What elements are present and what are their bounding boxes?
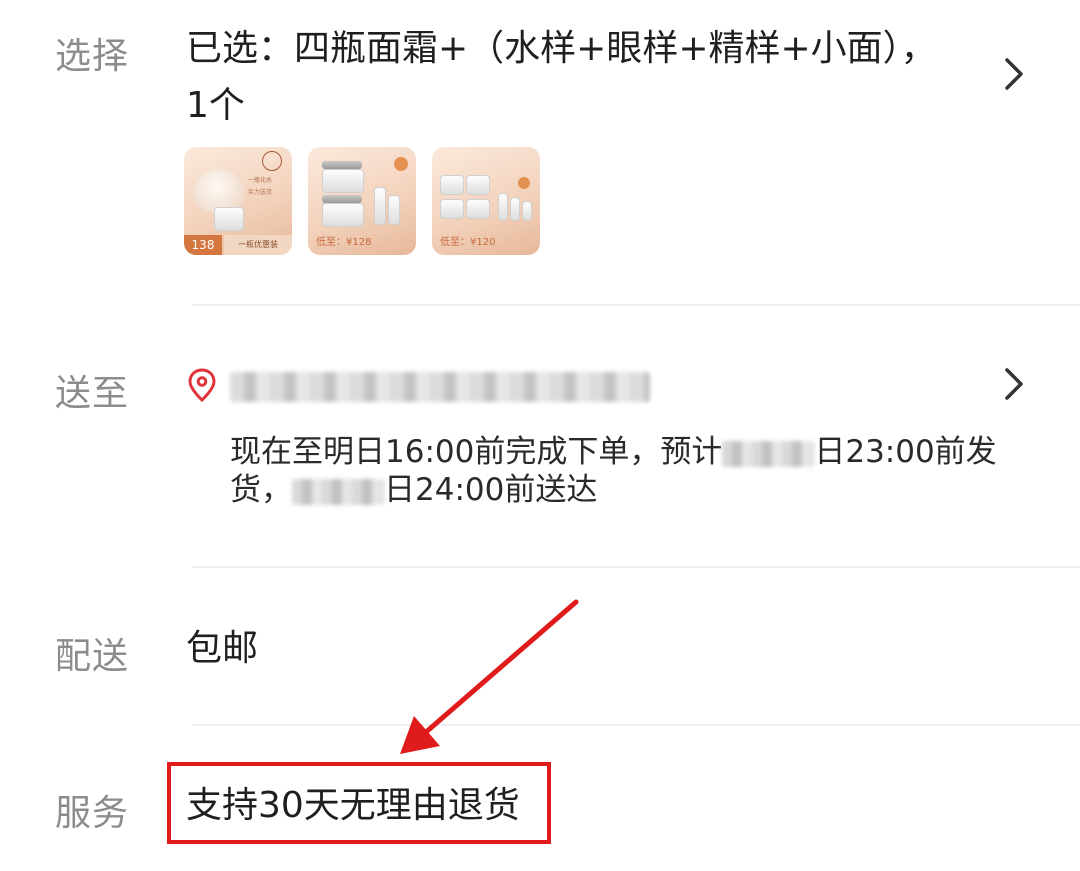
- arrow-annotation: [400, 599, 579, 754]
